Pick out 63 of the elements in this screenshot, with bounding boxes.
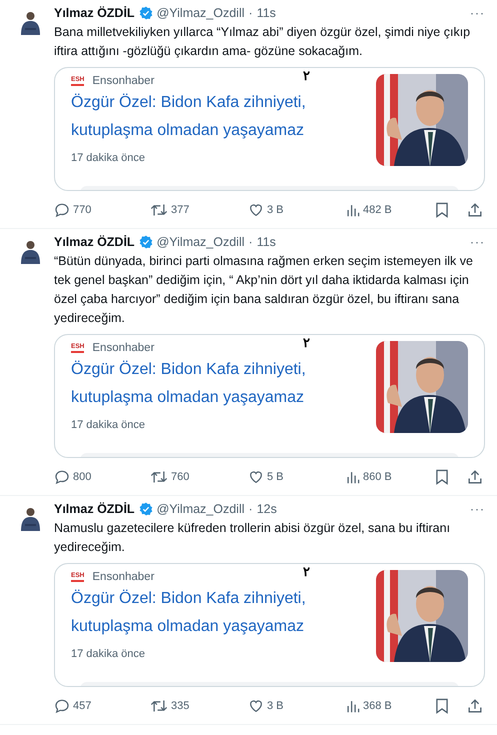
article-age: 17 dakika önce	[71, 152, 146, 164]
tweet-text: Namuslu gazetecilere küfreden trollerin abisi özgür özel, sana bu iftiranı yedireceğim.	[54, 520, 452, 556]
heart-icon[interactable]	[248, 698, 264, 714]
site-name: Ensonhaber	[92, 571, 154, 583]
bar-chart-icon[interactable]	[346, 699, 360, 713]
like-count: 3 B	[267, 204, 284, 216]
separator-dot: ·	[248, 234, 253, 251]
article-age: 17 dakika önce	[71, 648, 146, 660]
reply-count: 800	[73, 471, 92, 483]
article-title[interactable]: Özgür Özel: Bidon Kafa zihniyeti, kutuplaşma olmadan yaşayamaz	[71, 585, 366, 641]
like-count: 3 B	[267, 700, 284, 712]
reply-count: 770	[73, 204, 92, 216]
overlay-mark: ۲	[303, 564, 310, 579]
site-name: Ensonhaber	[92, 75, 154, 87]
reply-count: 457	[73, 700, 92, 712]
timestamp[interactable]: 11s	[256, 4, 276, 22]
article-title[interactable]: Özgür Özel: Bidon Kafa zihniyeti, kutuplaşma olmadan yaşayamaz	[71, 89, 366, 145]
view-count: 860 B	[363, 471, 392, 483]
view-count: 482 B	[363, 204, 392, 216]
author-name[interactable]: Yılmaz ÖZDİL	[54, 500, 135, 518]
tweet-text: “Bütün dünyada, birinci parti olmasına rağmen erken seçim istemeyen ilk ve tek genel başkan” dediğim için, “ Akp’nin dört yıl daha iktidarda kalması için özel çaba harcıyor” dediğim için bana saldıran özgür özel, bu iftiranı sana yedireceğim.	[54, 253, 474, 327]
more-button[interactable]: ···	[470, 233, 485, 251]
separator-dot: ·	[248, 501, 253, 518]
bookmark-icon[interactable]	[435, 698, 449, 714]
overlay-mark: ۲	[303, 68, 310, 83]
repost-count: 335	[171, 700, 190, 712]
avatar[interactable]	[18, 506, 43, 531]
timestamp[interactable]: 11s	[256, 233, 276, 251]
article-title[interactable]: Özgür Özel: Bidon Kafa zihniyeti, kutuplaşma olmadan yaşayamaz	[71, 356, 366, 412]
overlay-mark: ۲	[303, 335, 310, 350]
more-button[interactable]: ···	[470, 500, 485, 518]
reply-icon[interactable]	[54, 202, 70, 218]
bookmark-icon[interactable]	[435, 202, 449, 218]
bar-chart-icon[interactable]	[346, 203, 360, 217]
timestamp[interactable]: 12s	[256, 500, 277, 518]
more-button[interactable]: ···	[470, 4, 485, 22]
heart-icon[interactable]	[248, 202, 264, 218]
author-name[interactable]: Yılmaz ÖZDİL	[54, 4, 135, 22]
user-handle[interactable]: @Yilmaz_Ozdill	[156, 500, 245, 518]
repost-icon[interactable]	[150, 469, 168, 485]
user-handle[interactable]: @Yilmaz_Ozdill	[156, 233, 245, 251]
repost-count: 377	[171, 204, 190, 216]
share-icon[interactable]	[467, 698, 483, 714]
reply-icon[interactable]	[54, 698, 70, 714]
repost-icon[interactable]	[150, 698, 168, 714]
bar-chart-icon[interactable]	[346, 470, 360, 484]
repost-count: 760	[171, 471, 190, 483]
share-icon[interactable]	[467, 202, 483, 218]
share-icon[interactable]	[467, 469, 483, 485]
article-age: 17 dakika önce	[71, 419, 146, 431]
like-count: 5 B	[267, 471, 284, 483]
author-name[interactable]: Yılmaz ÖZDİL	[54, 233, 135, 251]
site-name: Ensonhaber	[92, 342, 154, 354]
user-handle[interactable]: @Yilmaz_Ozdill	[156, 4, 245, 22]
separator-dot: ·	[248, 5, 253, 22]
reply-icon[interactable]	[54, 469, 70, 485]
avatar[interactable]	[18, 239, 43, 264]
avatar[interactable]	[18, 10, 43, 35]
view-count: 368 B	[363, 700, 392, 712]
repost-icon[interactable]	[150, 202, 168, 218]
heart-icon[interactable]	[248, 469, 264, 485]
tweet-text: Bana milletvekiliyken yıllarca “Yılmaz abi” diyen özgür özel, şimdi niye çıkıp iftira attığını -gözlüğü çıkardın ama- gözüne sokacağım.	[54, 24, 472, 60]
bookmark-icon[interactable]	[435, 469, 449, 485]
